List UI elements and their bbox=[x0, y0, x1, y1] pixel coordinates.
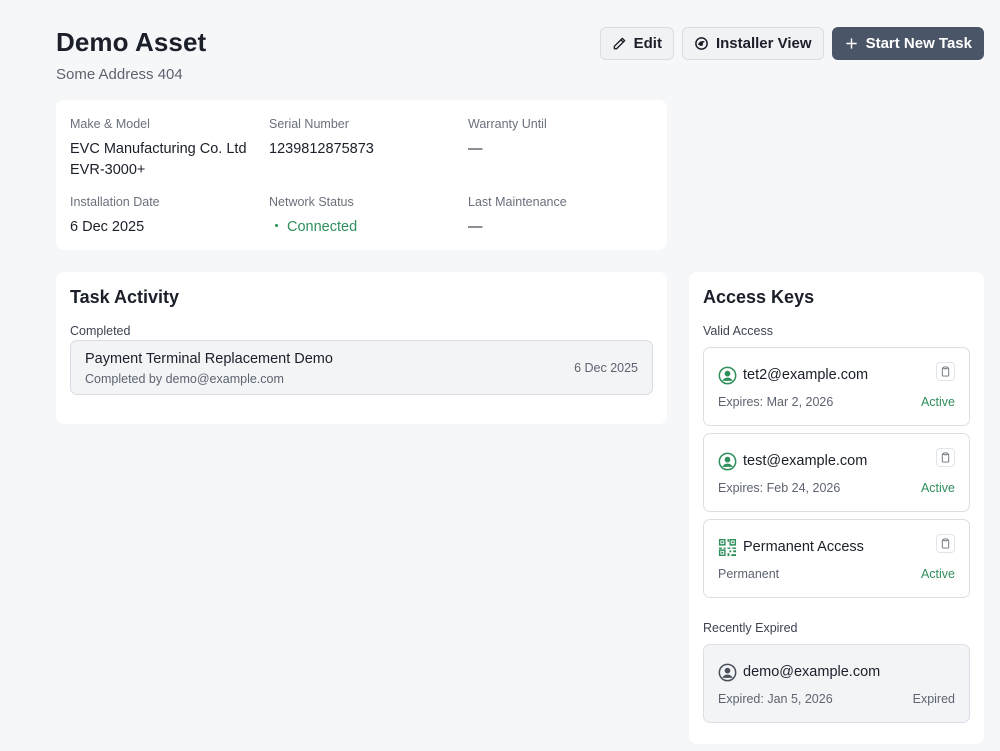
make-value: EVC Manufacturing Co. Ltd bbox=[70, 141, 247, 157]
valid-access-label: Valid Access bbox=[703, 324, 773, 338]
model-value: EVR-3000+ bbox=[70, 162, 146, 178]
access-key-expiry: Expires: Feb 24, 2026 bbox=[718, 481, 841, 495]
access-key-card[interactable]: Permanent Access Permanent Active bbox=[703, 519, 970, 598]
last-maintenance-value: — bbox=[468, 219, 483, 235]
edit-button-label: Edit bbox=[633, 35, 662, 52]
access-key-status: Active bbox=[920, 481, 955, 495]
expired-key-name: demo@example.com bbox=[743, 664, 881, 680]
status-dot-icon bbox=[275, 224, 278, 228]
pencil-icon bbox=[613, 37, 625, 50]
clipboard-icon bbox=[941, 538, 950, 549]
task-activity-card: Task Activity Completed Payment Terminal… bbox=[56, 272, 667, 424]
warranty-until-field: Warranty Until — bbox=[468, 117, 547, 160]
installer-view-button[interactable]: Installer View bbox=[681, 27, 824, 60]
page-title: Demo Asset bbox=[56, 27, 207, 57]
access-key-status: Active bbox=[920, 395, 955, 409]
view-icon bbox=[695, 37, 708, 50]
access-key-name: test@example.com bbox=[743, 453, 868, 469]
access-key-expiry: Expires: Mar 2, 2026 bbox=[718, 395, 834, 409]
asset-details-card: Make & Model EVC Manufacturing Co. Ltd E… bbox=[56, 100, 667, 250]
network-status-field: Network Status Connected bbox=[269, 195, 357, 238]
copy-key-button[interactable] bbox=[936, 534, 955, 553]
expired-key-card[interactable]: demo@example.com Expired: Jan 5, 2026 Ex… bbox=[703, 644, 970, 723]
access-key-status: Active bbox=[920, 567, 955, 581]
make-model-label: Make & Model bbox=[70, 117, 150, 131]
clipboard-icon bbox=[941, 452, 950, 463]
copy-key-button[interactable] bbox=[936, 448, 955, 467]
last-maintenance-field: Last Maintenance — bbox=[468, 195, 567, 238]
user-circle-icon bbox=[718, 366, 737, 385]
network-status-label: Network Status bbox=[269, 195, 354, 209]
access-key-expiry: Permanent bbox=[718, 567, 780, 581]
copy-key-button[interactable] bbox=[936, 362, 955, 381]
access-key-card[interactable]: test@example.com Expires: Feb 24, 2026 A… bbox=[703, 433, 970, 512]
network-status-text: Connected bbox=[287, 219, 358, 235]
task-item[interactable]: Payment Terminal Replacement Demo Comple… bbox=[70, 340, 653, 395]
task-date: 6 Dec 2025 bbox=[574, 361, 638, 375]
serial-number-label: Serial Number bbox=[269, 117, 349, 131]
installation-date-label: Installation Date bbox=[70, 195, 160, 209]
warranty-until-label: Warranty Until bbox=[468, 117, 547, 131]
task-completed-by: Completed by demo@example.com bbox=[85, 372, 284, 386]
header-actions: Edit Installer View Start New Task bbox=[599, 27, 984, 60]
plus-icon bbox=[845, 38, 857, 49]
access-keys-card: Access Keys Valid Access tet2@example.co… bbox=[689, 272, 984, 744]
start-new-task-button-label: Start New Task bbox=[865, 35, 972, 52]
network-status-value: Connected bbox=[269, 217, 357, 238]
qr-code-icon bbox=[718, 538, 737, 557]
serial-number-field: Serial Number 1239812875873 bbox=[269, 117, 374, 160]
access-key-name: Permanent Access bbox=[743, 539, 864, 555]
warranty-until-value: — bbox=[468, 141, 483, 157]
access-key-name: tet2@example.com bbox=[743, 367, 869, 383]
recently-expired-label: Recently Expired bbox=[703, 621, 798, 635]
completed-section-label: Completed bbox=[70, 324, 131, 338]
edit-button[interactable]: Edit bbox=[599, 27, 674, 60]
make-model-value: EVC Manufacturing Co. Ltd EVR-3000+ bbox=[70, 139, 247, 181]
user-circle-icon bbox=[718, 452, 737, 471]
user-circle-icon bbox=[718, 663, 737, 682]
installation-date-field: Installation Date 6 Dec 2025 bbox=[70, 195, 160, 238]
last-maintenance-label: Last Maintenance bbox=[468, 195, 567, 209]
start-new-task-button[interactable]: Start New Task bbox=[831, 27, 984, 60]
access-keys-title: Access Keys bbox=[703, 287, 815, 307]
installation-date-value: 6 Dec 2025 bbox=[70, 219, 145, 235]
expired-key-date: Expired: Jan 5, 2026 bbox=[718, 692, 833, 706]
serial-number-value: 1239812875873 bbox=[269, 141, 374, 157]
installer-view-button-label: Installer View bbox=[715, 35, 812, 52]
clipboard-icon bbox=[941, 366, 950, 377]
expired-key-status: Expired bbox=[912, 692, 955, 706]
make-model-field: Make & Model EVC Manufacturing Co. Ltd E… bbox=[70, 117, 247, 181]
task-activity-title: Task Activity bbox=[70, 287, 180, 307]
asset-address: Some Address 404 bbox=[56, 66, 183, 83]
access-key-card[interactable]: tet2@example.com Expires: Mar 2, 2026 Ac… bbox=[703, 347, 970, 426]
task-name: Payment Terminal Replacement Demo bbox=[85, 351, 333, 367]
